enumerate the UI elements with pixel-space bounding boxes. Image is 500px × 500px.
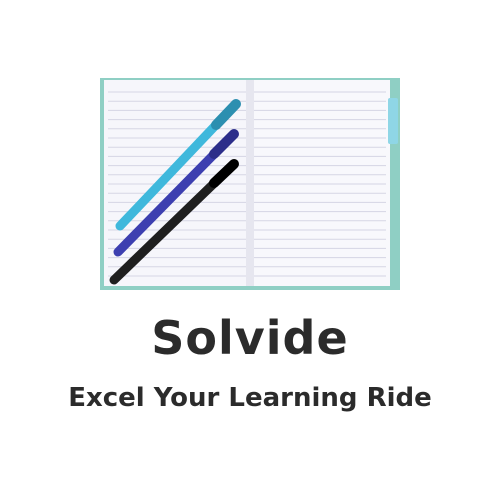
bookmark-tab bbox=[388, 98, 398, 144]
brand-tagline: Excel Your Learning Ride bbox=[68, 383, 432, 413]
notebook-spine bbox=[246, 80, 254, 286]
notebook-illustration bbox=[100, 78, 400, 290]
logo-card: Solvide Excel Your Learning Ride bbox=[0, 0, 500, 500]
brand-name: Solvide bbox=[151, 311, 349, 365]
